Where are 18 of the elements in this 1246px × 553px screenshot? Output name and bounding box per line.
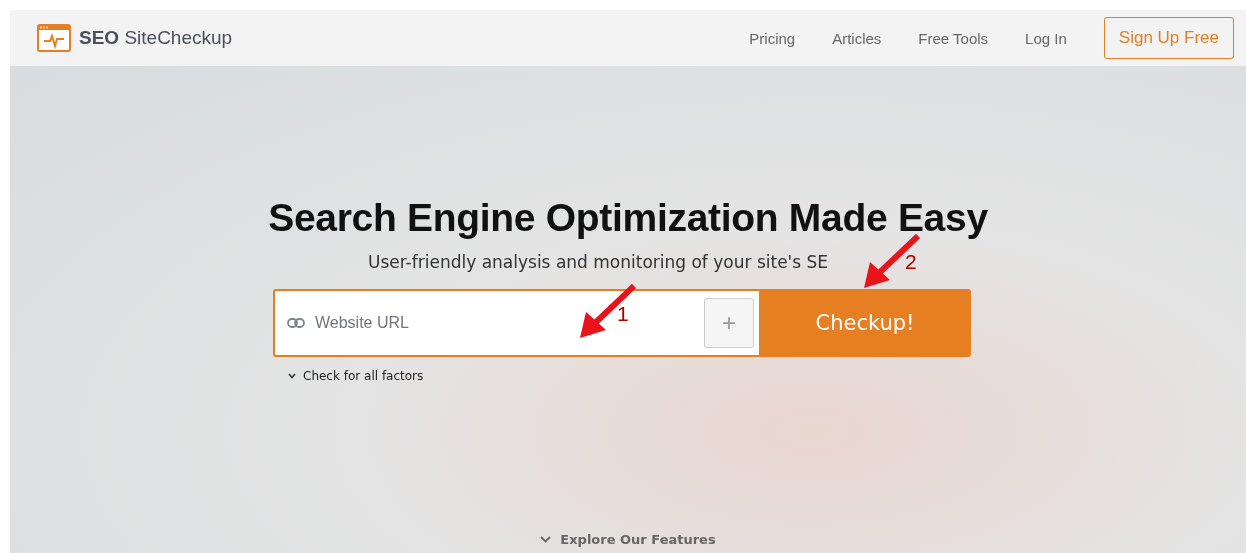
hero-title: Search Engine Optimization Made Easy: [268, 196, 988, 240]
annotation-number: 2: [905, 250, 917, 274]
browser-pulse-icon[interactable]: [37, 24, 71, 52]
hero-subtitle: User-friendly analysis and monitoring of your site's SE: [367, 252, 830, 272]
nav-link[interactable]: Articles: [832, 29, 882, 47]
site-logo[interactable]: SEO SiteCheckup: [79, 27, 233, 49]
nav-link[interactable]: Log In: [1025, 29, 1067, 47]
checkup-button[interactable]: Checkup!: [759, 289, 971, 357]
annotation-number: 1: [617, 302, 629, 326]
nav-link[interactable]: Pricing: [749, 29, 796, 47]
add-button[interactable]: +: [704, 298, 754, 348]
chevron-down-icon[interactable]: [288, 373, 296, 379]
nav-link[interactable]: Free Tools: [918, 29, 989, 47]
options-toggle-link[interactable]: Check for all factors: [303, 369, 424, 383]
chevron-down-icon[interactable]: [540, 536, 552, 543]
link-icon: [287, 318, 305, 328]
explore-features-link[interactable]: Explore Our Features: [560, 532, 716, 547]
annotation-arrow: [578, 284, 636, 340]
